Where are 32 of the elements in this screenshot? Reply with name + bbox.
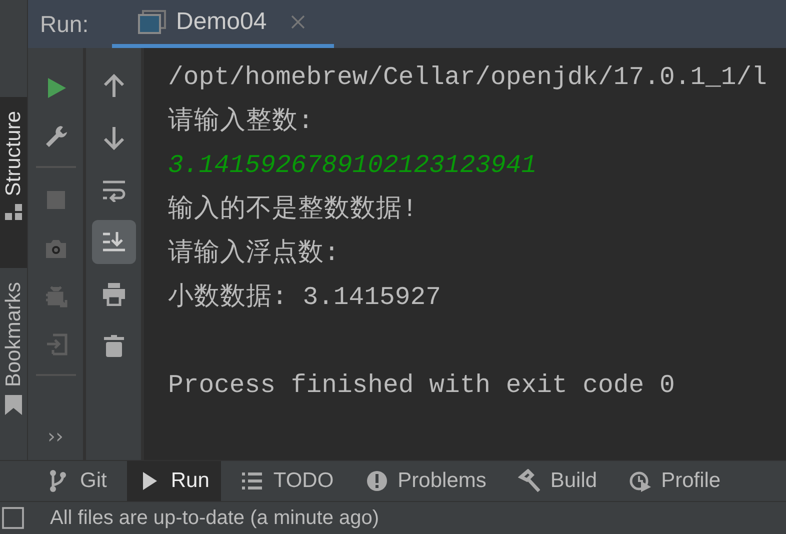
panel-label: Run:	[40, 10, 90, 38]
bookmark-icon	[5, 395, 22, 416]
output-text: 输入的不是整数数据!	[168, 194, 418, 226]
side-tab[interactable]: Structure	[0, 97, 27, 268]
tool-window-tab[interactable]: Build	[506, 461, 610, 501]
side-tab[interactable]: Bookmarks	[0, 268, 27, 454]
scroll-end-button[interactable]	[92, 220, 136, 264]
tool-window-tab[interactable]: Problems	[354, 461, 498, 501]
output-text: /opt/homebrew/Cellar/openjdk/17.0.1_1/l	[168, 62, 768, 94]
input-text: 3.1415926789102123123941	[168, 150, 538, 182]
tool-window-tab[interactable]: TODO	[229, 461, 346, 501]
square-icon[interactable]	[2, 507, 24, 529]
warning-icon	[366, 469, 388, 493]
print-icon	[102, 282, 126, 306]
up-arrow-icon	[102, 74, 126, 98]
status-text: All files are up-to-date (a minute ago)	[50, 506, 380, 530]
output-text: Process finished with exit code 0	[168, 370, 676, 402]
tool-window-tab[interactable]: Git	[36, 461, 119, 501]
window-icon	[138, 10, 166, 34]
more-button[interactable]: ››	[48, 412, 64, 460]
hammer-icon	[518, 469, 540, 493]
trash-icon	[102, 334, 126, 358]
output-text: 小数数据: 3.1415927	[168, 282, 442, 314]
output-text: 请输入浮点数:	[168, 238, 340, 270]
scroll-end-icon	[102, 230, 126, 254]
output-text: 请输入整数:	[168, 106, 314, 138]
tool-window-tab[interactable]: Run	[126, 461, 222, 501]
down-arrow-icon	[102, 126, 126, 150]
wrap-icon	[102, 178, 126, 202]
wrench-icon[interactable]	[44, 124, 68, 148]
tool-window-tab[interactable]: Profile	[617, 461, 733, 501]
clock-icon	[629, 469, 652, 493]
